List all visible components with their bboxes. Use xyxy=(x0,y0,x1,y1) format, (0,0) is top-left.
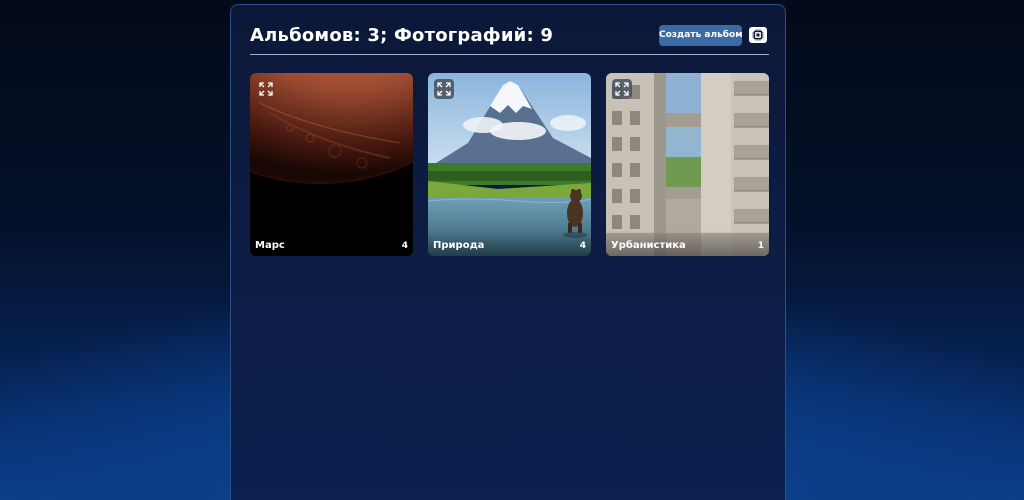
album-photo-count: 4 xyxy=(579,241,586,251)
album-photo-count: 1 xyxy=(757,241,764,251)
chip-icon xyxy=(752,29,764,41)
card-footer: Природа 4 xyxy=(428,230,591,256)
albums-header: Альбомов: 3; Фотографий: 9 Создать альбо… xyxy=(250,24,769,55)
album-card[interactable]: Урбанистика 1 xyxy=(606,73,769,256)
expand-button[interactable] xyxy=(256,79,276,99)
album-card[interactable]: Марс 4 xyxy=(250,73,413,256)
albums-panel: Альбомов: 3; Фотографий: 9 Создать альбо… xyxy=(230,4,786,500)
album-card[interactable]: Природа 4 xyxy=(428,73,591,256)
create-album-button[interactable]: Создать альбом xyxy=(659,25,743,46)
card-footer: Урбанистика 1 xyxy=(606,230,769,256)
expand-icon xyxy=(259,82,273,96)
expand-icon xyxy=(615,82,629,96)
expand-button[interactable] xyxy=(612,79,632,99)
album-title: Урбанистика xyxy=(611,240,686,251)
album-cover-mars xyxy=(250,73,413,256)
album-title: Марс xyxy=(255,240,285,251)
album-title: Природа xyxy=(433,240,485,251)
album-photo-count: 4 xyxy=(401,241,408,251)
expand-button[interactable] xyxy=(434,79,454,99)
expand-icon xyxy=(437,82,451,96)
page-title: Альбомов: 3; Фотографий: 9 xyxy=(250,25,554,46)
chip-settings-button[interactable] xyxy=(749,27,767,43)
album-cover-urban xyxy=(606,73,769,256)
album-cover-nature xyxy=(428,73,591,256)
card-footer: Марс 4 xyxy=(250,230,413,256)
